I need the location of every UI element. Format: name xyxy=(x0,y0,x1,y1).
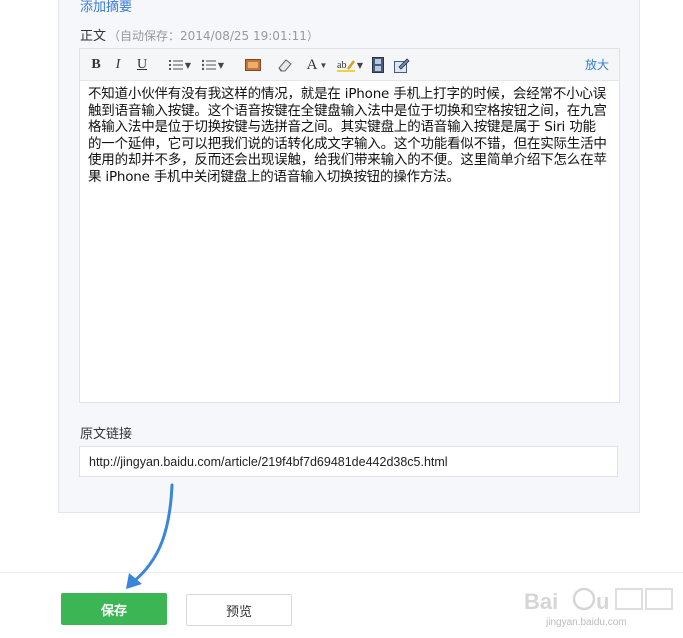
insert-icon[interactable] xyxy=(393,56,411,74)
arrow-head xyxy=(126,573,142,589)
underline-label: U xyxy=(136,57,148,72)
add-summary-link[interactable]: 添加摘要 xyxy=(80,0,132,15)
bold-icon[interactable]: B xyxy=(89,56,103,74)
watermark-url: jingyan.baidu.com xyxy=(546,617,627,628)
ordered-list-icon[interactable]: ▼ xyxy=(168,56,192,74)
svg-text:ab: ab xyxy=(337,60,346,71)
save-button[interactable]: 保存 xyxy=(61,593,167,625)
body-label-text: 正文 xyxy=(80,29,107,44)
italic-label: I xyxy=(115,57,121,72)
rich-text-editor[interactable]: B I U ▼ ▼ A ▼ ab ▼ 放大 不知道小伙伴有没有我这样的情况，就是在 … xyxy=(79,48,620,403)
source-link-label: 原文链接 xyxy=(80,427,133,442)
font-color-label: A xyxy=(306,56,318,73)
underline-icon[interactable]: U xyxy=(135,56,149,74)
editor-toolbar: B I U ▼ ▼ A ▼ ab ▼ 放大 xyxy=(80,49,619,81)
italic-icon[interactable]: I xyxy=(112,56,124,74)
eraser-icon[interactable] xyxy=(276,56,294,74)
editor-content[interactable]: 不知道小伙伴有没有我这样的情况，就是在 iPhone 手机上打字的时候，会经常不… xyxy=(88,86,609,185)
film-icon[interactable] xyxy=(371,56,385,74)
bold-label: B xyxy=(91,57,101,72)
enlarge-editor-button[interactable]: 放大 xyxy=(585,56,609,73)
body-field-label: 正文 （自动保存：2014/08/25 19:01:11） xyxy=(80,25,319,44)
autosave-status: （自动保存：2014/08/25 19:01:11） xyxy=(108,29,319,43)
svg-text:Bai: Bai xyxy=(524,589,558,614)
unordered-list-icon[interactable]: ▼ xyxy=(200,56,226,74)
highlight-icon[interactable]: ab ▼ xyxy=(336,56,364,74)
svg-text:u: u xyxy=(596,589,609,614)
image-icon[interactable] xyxy=(244,56,262,74)
source-link-input[interactable]: http://jingyan.baidu.com/article/219f4bf… xyxy=(79,446,618,477)
font-color-icon[interactable]: A ▼ xyxy=(305,56,329,74)
preview-button[interactable]: 预览 xyxy=(186,594,292,626)
footer-divider xyxy=(0,572,683,573)
